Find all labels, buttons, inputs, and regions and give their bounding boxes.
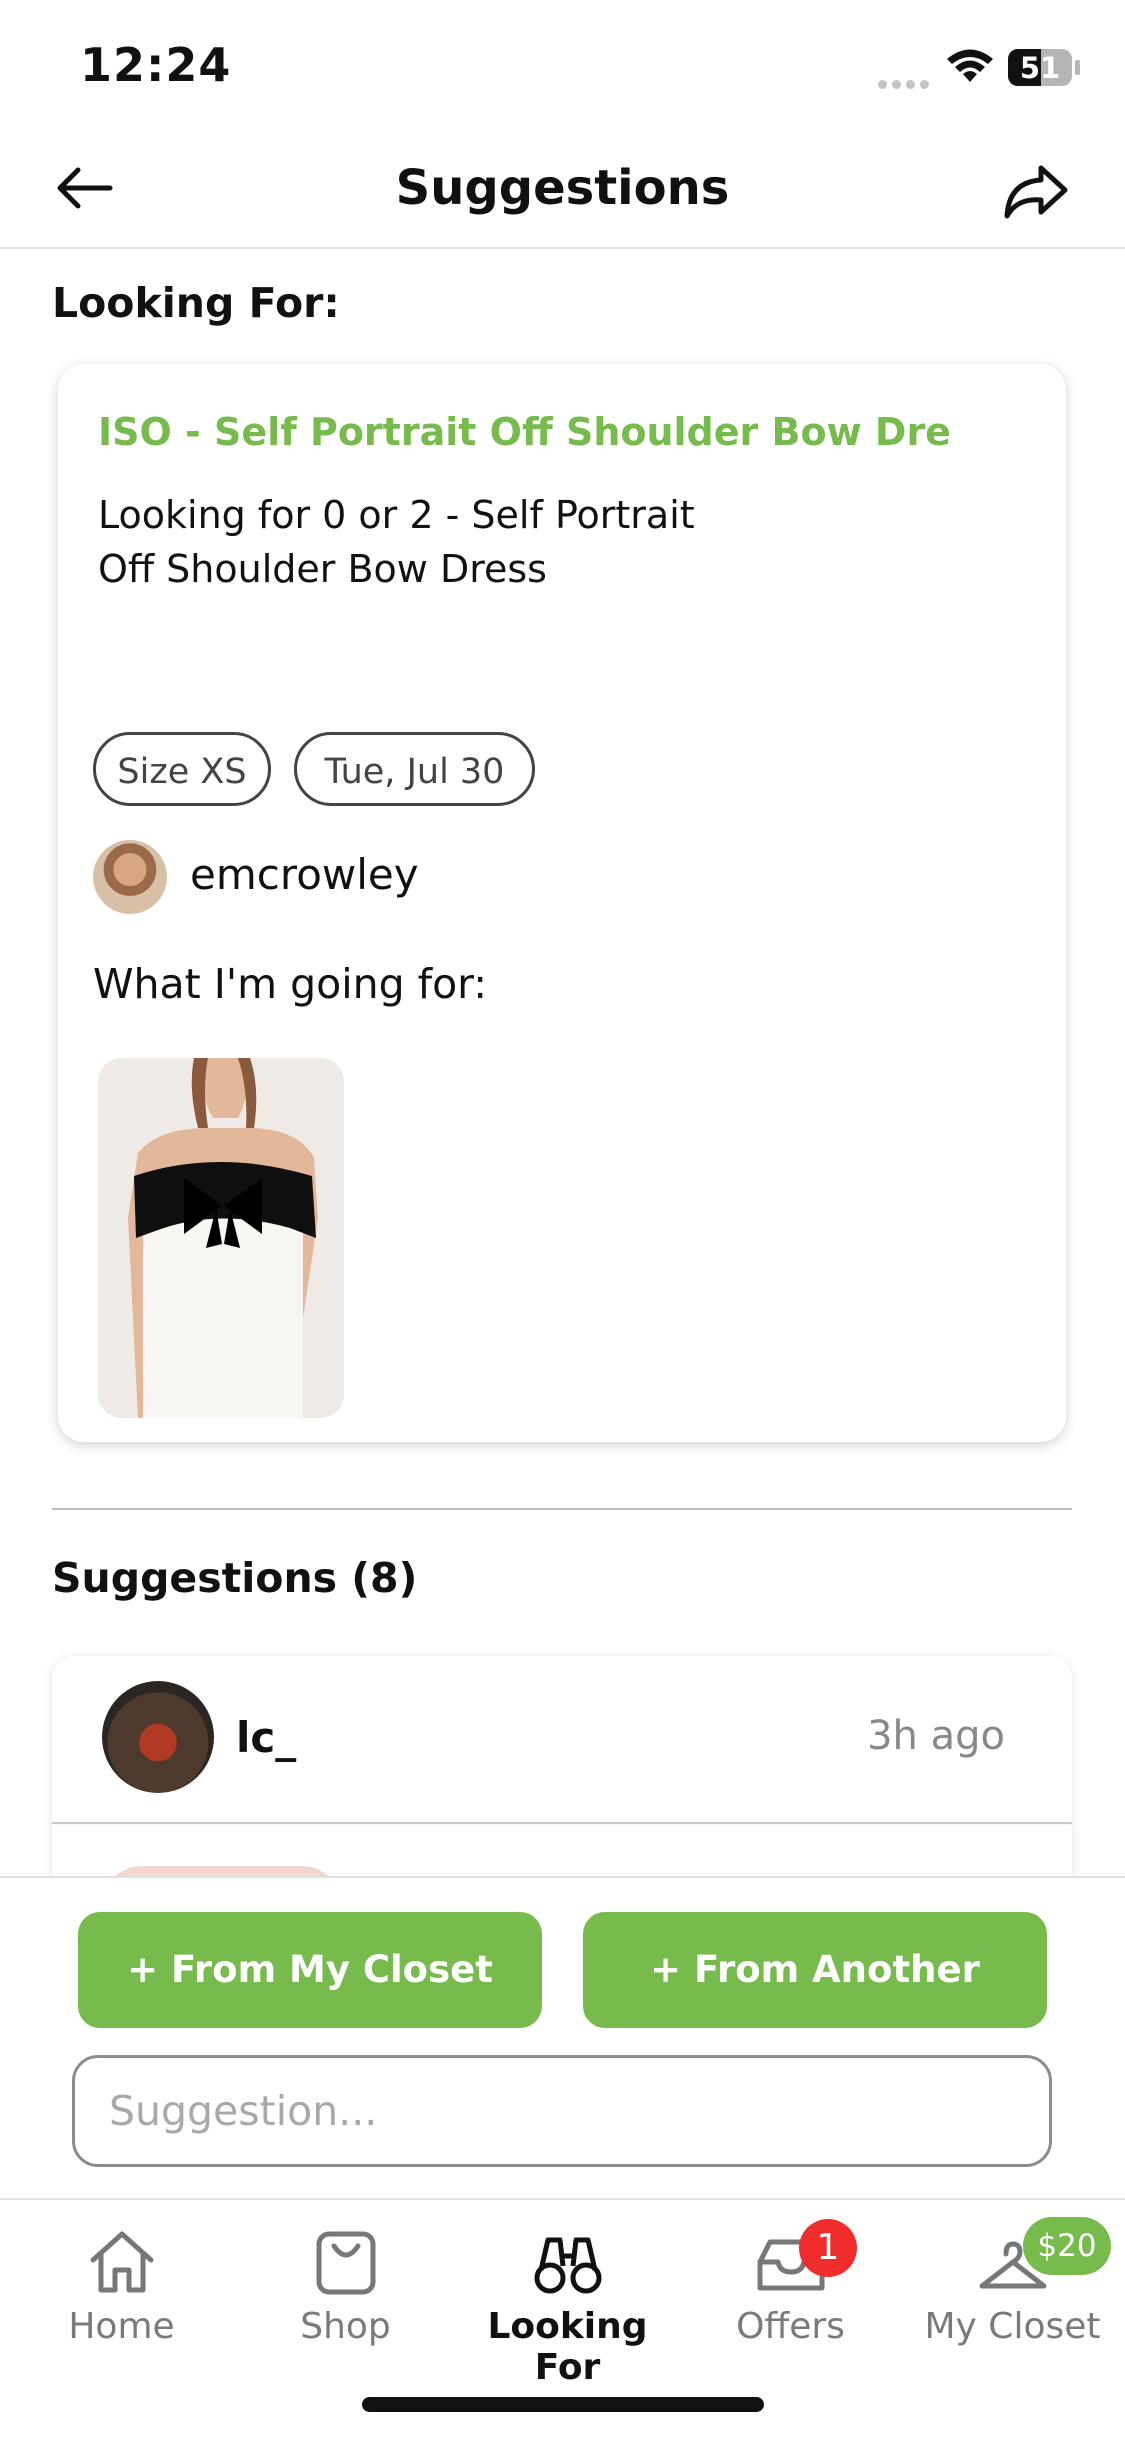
iso-title: ISO - Self Portrait Off Shoulder Bow Dre [98,410,951,454]
home-indicator [362,2397,764,2412]
going-for-label: What I'm going for: [93,960,488,1008]
looking-for-title: Looking For: [52,279,340,327]
tab-label: Offers [736,2306,845,2347]
tab-label: Shop [300,2306,391,2347]
cellular-signal-icon [878,74,934,93]
tab-offers[interactable]: Offers [678,2212,903,2347]
suggestion-thumbnail [102,1866,342,1876]
suggestion-input[interactable] [72,2055,1052,2167]
size-tag: Size XS [93,732,271,806]
tab-label: My Closet [924,2306,1101,2347]
section-divider [52,1508,1072,1510]
avatar[interactable] [93,840,167,914]
suggestion-row-divider [52,1822,1072,1824]
tab-home[interactable]: Home [9,2212,234,2347]
avatar[interactable] [102,1681,214,1793]
tab-looking-for[interactable]: Looking For [455,2212,680,2388]
share-arrow-icon [1004,165,1068,219]
battery-tip [1075,60,1080,75]
date-tag: Tue, Jul 30 [294,732,535,806]
offers-badge: 1 [799,2219,857,2277]
from-my-closet-button[interactable]: + From My Closet [78,1912,542,2028]
suggestion-username[interactable]: lc_ [236,1713,296,1762]
suggestions-title: Suggestions (8) [52,1554,418,1602]
iso-description-line: Off Shoulder Bow Dress [98,547,547,591]
reference-image[interactable] [98,1058,344,1418]
home-icon [9,2212,234,2296]
iso-description-line: Looking for 0 or 2 - Self Portrait [98,493,695,537]
tab-label: Home [68,2306,175,2347]
header-divider [0,247,1125,249]
wifi-icon [946,48,994,88]
iso-description: Looking for 0 or 2 - Self Portrait Off S… [98,488,798,596]
shopping-bag-icon [233,2212,458,2296]
closet-earnings-badge: $20 [1023,2217,1111,2275]
from-another-closet-button[interactable]: + From Another Closet [583,1912,1047,2107]
username[interactable]: emcrowley [190,850,419,899]
suggestion-timestamp: 3h ago [867,1713,1005,1759]
suggestion-item[interactable] [52,1826,1072,1876]
status-time: 12:24 [80,38,232,92]
battery-level: 51 [1019,51,1061,85]
tab-shop[interactable]: Shop [233,2212,458,2347]
page-title: Suggestions [395,160,730,216]
binoculars-icon [455,2212,680,2296]
tab-label: Looking For [487,2306,648,2388]
battery-icon: 51 [1008,49,1072,86]
inbox-icon [678,2212,903,2296]
share-button[interactable] [1003,164,1069,224]
dress-image [98,1058,344,1418]
